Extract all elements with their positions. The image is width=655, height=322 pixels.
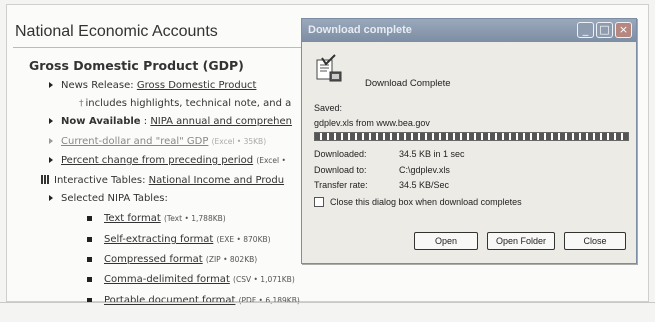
pdf-format-link[interactable]: Portable document format xyxy=(104,295,235,306)
interactive-tables-row: Interactive Tables: National Income and … xyxy=(41,175,284,186)
download-to-value: C:\gdplev.xls xyxy=(399,165,450,175)
file-list-item: Portable document format (PDF • 6,189KB) xyxy=(87,295,300,306)
saved-label: Saved: xyxy=(314,103,343,113)
close-window-button[interactable]: × xyxy=(615,22,632,38)
title-divider xyxy=(13,47,313,48)
compressed-format-link[interactable]: Compressed format xyxy=(104,254,203,265)
close-when-complete-checkbox[interactable] xyxy=(314,197,324,207)
current-dollar-meta: (Excel • 35KB) xyxy=(211,137,267,146)
bullet-square-icon xyxy=(87,215,92,221)
close-when-complete-label[interactable]: Close this dialog box when download comp… xyxy=(330,197,522,207)
percent-change-row: Percent change from preceding period (Ex… xyxy=(49,155,286,166)
footer-divider xyxy=(0,302,655,303)
download-to-label: Download to: xyxy=(314,165,367,175)
downloaded-label: Downloaded: xyxy=(314,149,367,159)
file-meta: (EXE • 870KB) xyxy=(216,235,271,244)
dagger-icon: † xyxy=(79,99,84,109)
bullet-arrow-icon xyxy=(49,138,53,144)
download-complete-heading: Download Complete xyxy=(365,78,451,89)
news-release-label: News Release: xyxy=(61,80,134,91)
national-income-link[interactable]: National Income and Produ xyxy=(149,175,284,186)
close-button[interactable]: Close xyxy=(564,232,626,250)
bullet-arrow-icon xyxy=(49,82,53,88)
nipa-annual-link[interactable]: NIPA annual and comprehen xyxy=(150,116,292,127)
percent-change-meta: (Excel • xyxy=(256,156,286,165)
maximize-button[interactable]: □ xyxy=(596,22,613,38)
comma-delimited-link[interactable]: Comma-delimited format xyxy=(104,274,230,285)
download-document-icon xyxy=(316,54,342,82)
now-available-label: Now Available xyxy=(61,116,141,127)
file-meta: (CSV • 1,071KB) xyxy=(233,275,295,284)
downloaded-value: 34.5 KB in 1 sec xyxy=(399,149,465,159)
selected-tables-row: Selected NIPA Tables: xyxy=(49,193,168,204)
page-title: National Economic Accounts xyxy=(15,23,218,40)
dialog-titlebar[interactable]: Download complete _ □ × xyxy=(302,19,636,42)
self-extracting-link[interactable]: Self-extracting format xyxy=(104,234,213,245)
interactive-tables-label: Interactive Tables: xyxy=(54,175,146,186)
download-complete-dialog: Download complete _ □ × Download Complet… xyxy=(301,18,637,264)
now-available-row: Now Available : NIPA annual and comprehe… xyxy=(49,116,292,127)
file-list-item: Comma-delimited format (CSV • 1,071KB) xyxy=(87,274,295,285)
close-icon: × xyxy=(618,23,629,36)
file-list-item: Self-extracting format (EXE • 870KB) xyxy=(87,234,271,245)
bullet-square-icon xyxy=(87,276,92,282)
bullet-arrow-icon xyxy=(49,195,53,201)
news-note: includes highlights, technical note, and… xyxy=(85,98,292,109)
selected-tables-label: Selected NIPA Tables: xyxy=(61,193,168,204)
percent-change-link[interactable]: Percent change from preceding period xyxy=(61,155,253,166)
minimize-button[interactable]: _ xyxy=(577,22,594,38)
news-release-link[interactable]: Gross Domestic Product xyxy=(137,80,257,91)
news-release-row: News Release: Gross Domestic Product xyxy=(49,80,256,91)
text-format-link[interactable]: Text format xyxy=(104,213,161,224)
progress-fill xyxy=(315,133,628,140)
file-list-item: Text format (Text • 1,788KB) xyxy=(87,213,226,224)
file-meta: (Text • 1,788KB) xyxy=(163,214,226,223)
transfer-rate-value: 34.5 KB/Sec xyxy=(399,180,450,190)
open-button[interactable]: Open xyxy=(414,232,478,250)
download-progress-bar xyxy=(314,132,629,141)
section-heading: Gross Domestic Product (GDP) xyxy=(29,58,244,73)
bullet-square-icon xyxy=(87,236,92,242)
bullet-arrow-icon xyxy=(49,157,53,163)
open-folder-button[interactable]: Open Folder xyxy=(487,232,555,250)
transfer-rate-label: Transfer rate: xyxy=(314,180,368,190)
bullet-square-icon xyxy=(87,256,92,262)
dialog-title: Download complete xyxy=(308,24,412,36)
minimize-icon: _ xyxy=(582,23,589,36)
current-dollar-link[interactable]: Current-dollar and "real" GDP xyxy=(61,136,208,147)
file-list-item: Compressed format (ZIP • 802KB) xyxy=(87,254,257,265)
file-meta: (ZIP • 802KB) xyxy=(205,255,258,264)
news-note-row: † includes highlights, technical note, an… xyxy=(79,98,291,109)
bullet-arrow-icon xyxy=(49,118,53,124)
file-meta: (PDF • 6,189KB) xyxy=(238,296,300,305)
maximize-icon: □ xyxy=(599,23,610,36)
bar-chart-icon xyxy=(41,175,50,184)
saved-value: gdplev.xls from www.bea.gov xyxy=(314,118,430,128)
current-dollar-row: Current-dollar and "real" GDP (Excel • 3… xyxy=(49,136,266,147)
